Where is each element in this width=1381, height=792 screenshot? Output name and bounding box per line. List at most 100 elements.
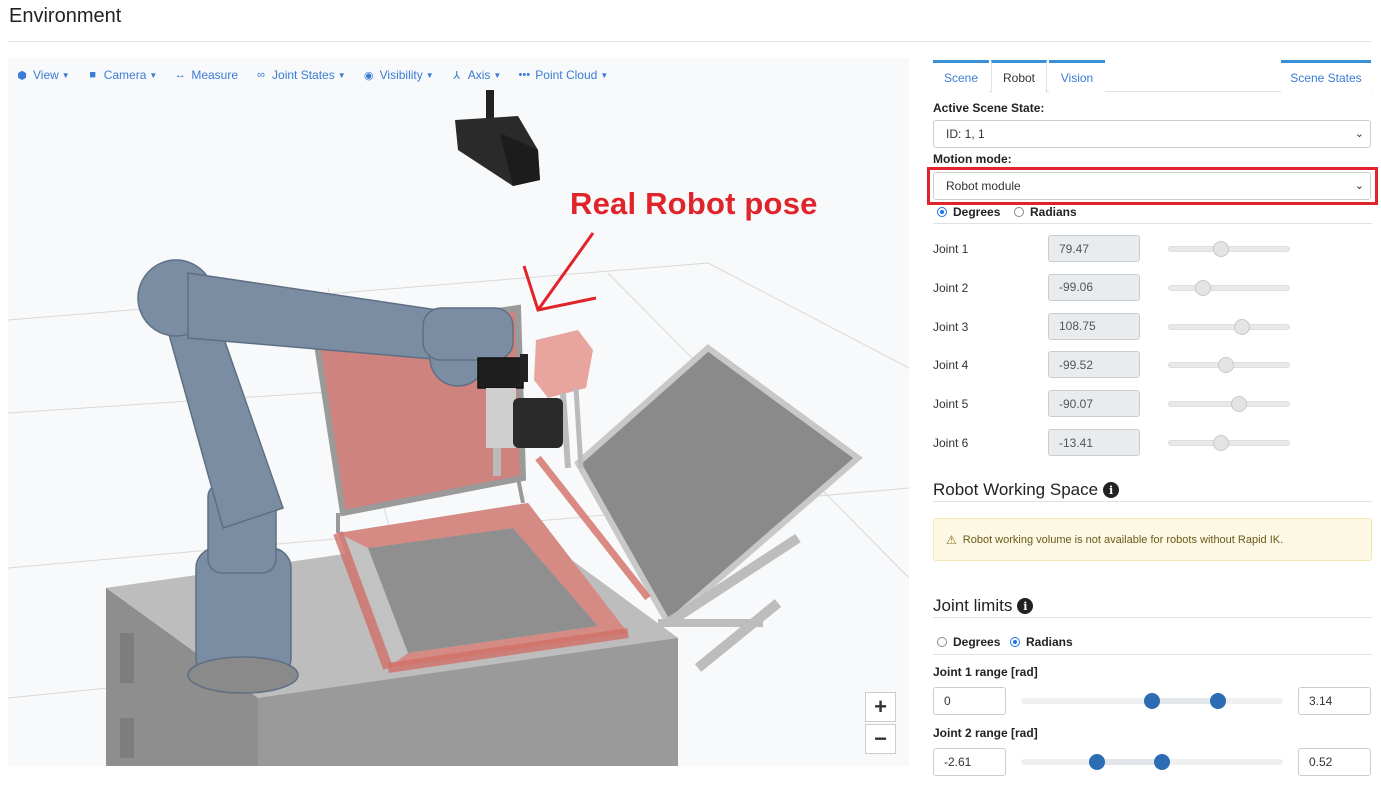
range-slider-fill: [1152, 698, 1218, 704]
tab-scene[interactable]: Scene: [933, 60, 989, 92]
joint-slider-handle[interactable]: [1213, 435, 1230, 451]
limits-degrees-label: Degrees: [953, 635, 1001, 649]
warning-icon: ⚠: [946, 532, 957, 547]
joint-slider[interactable]: [1168, 435, 1290, 451]
working-space-warning-text: Robot working volume is not available fo…: [962, 533, 1284, 546]
joint-label: Joint 3: [933, 319, 969, 334]
joint-value-field: 108.75: [1048, 312, 1140, 340]
toolbar-point-cloud-label: Point Cloud: [535, 68, 598, 82]
range-high-handle[interactable]: [1209, 693, 1226, 709]
caret-down-icon: ▼: [600, 70, 609, 80]
joint-slider[interactable]: [1168, 318, 1290, 335]
active-scene-state-label: Active Scene State:: [933, 101, 1045, 115]
toolbar-axis-label: Axis: [467, 68, 491, 82]
motion-mode-label: Motion mode:: [933, 152, 1012, 166]
chevron-down-icon: ⌄: [1354, 128, 1364, 140]
range-low-handle[interactable]: [1088, 754, 1105, 770]
working-space-title: Robot Working Space: [933, 480, 1099, 499]
toolbar-measure-label: Measure: [191, 68, 239, 82]
axis-icon: ⅄: [453, 69, 461, 82]
range-max-input[interactable]: 3.14: [1298, 687, 1371, 715]
toolbar-camera-label: Camera: [103, 68, 147, 82]
active-scene-state-value: ID: 1, 1: [946, 127, 985, 141]
joint-slider[interactable]: [1168, 396, 1290, 413]
range-min-input[interactable]: -2.61: [933, 748, 1006, 776]
toolbar-view[interactable]: ⬢ View ▼: [16, 68, 70, 82]
caret-down-icon: ▼: [149, 70, 158, 80]
overhead-camera: [455, 90, 540, 186]
tab-scene-states[interactable]: Scene States: [1281, 60, 1371, 92]
range-slider[interactable]: [1021, 693, 1283, 709]
toolbar-camera[interactable]: ■ Camera ▼: [87, 68, 158, 82]
toolbar-measure[interactable]: ↔ Measure: [174, 68, 238, 82]
joint-slider[interactable]: [1168, 279, 1290, 296]
robot-scene[interactable]: [8, 58, 909, 766]
working-space-heading: Robot Working Space i: [933, 480, 1120, 500]
units-degrees-label: Degrees: [953, 205, 1001, 219]
joint-range-label: Joint 1 range [rad]: [933, 665, 1038, 679]
bin: [333, 503, 629, 673]
radio-checked-icon: [937, 207, 947, 217]
radio-unchecked-icon: [1014, 207, 1024, 217]
range-min-input[interactable]: 0: [933, 687, 1006, 715]
limits-radians-radio[interactable]: Radians: [1010, 635, 1073, 649]
info-icon[interactable]: i: [1103, 482, 1120, 498]
zoom-out-button[interactable]: −: [865, 724, 896, 754]
joint-limits-heading: Joint limits i: [933, 596, 1034, 616]
toolbar-joint-states-label: Joint States: [272, 68, 335, 82]
video-camera-icon: ■: [89, 69, 97, 81]
joint-slider-handle[interactable]: [1234, 318, 1251, 335]
chevron-down-icon: ⌄: [1354, 180, 1364, 192]
motion-mode-select[interactable]: Robot module ⌄: [933, 172, 1371, 200]
divider: [933, 617, 1372, 618]
3d-viewer[interactable]: ⬢ View ▼ ■ Camera ▼ ↔ Measure ∞ Joint St…: [8, 58, 909, 766]
toolbar-visibility[interactable]: ◉ Visibility ▼: [363, 68, 434, 82]
page-title: Environment: [9, 5, 122, 27]
toolbar-joint-states[interactable]: ∞ Joint States ▼: [255, 68, 346, 82]
eye-icon: ◉: [363, 69, 374, 82]
tab-vision[interactable]: Vision: [1049, 60, 1105, 92]
joint-slider[interactable]: [1168, 241, 1290, 257]
toolbar-view-label: View: [33, 68, 59, 82]
toolbar-axis[interactable]: ⅄ Axis ▼: [451, 68, 502, 82]
limits-degrees-radio[interactable]: Degrees: [937, 635, 1000, 649]
joint-label: Joint 6: [933, 436, 969, 450]
range-slider[interactable]: [1021, 754, 1283, 770]
joint-slider-handle[interactable]: [1195, 279, 1212, 296]
motion-mode-value: Robot module: [946, 179, 1021, 193]
joint-value-field: -99.06: [1048, 273, 1140, 301]
units-radians-radio[interactable]: Radians: [1014, 205, 1077, 219]
divider: [933, 654, 1372, 655]
caret-down-icon: ▼: [425, 70, 434, 80]
joint-slider-handle[interactable]: [1230, 396, 1247, 413]
joint-value-field: -99.52: [1048, 351, 1140, 379]
viewer-toolbar: ⬢ View ▼ ■ Camera ▼ ↔ Measure ∞ Joint St…: [16, 66, 625, 84]
title-divider: [8, 41, 1372, 42]
link-icon: ∞: [257, 69, 265, 81]
divider: [933, 501, 1372, 502]
radio-unchecked-icon: [937, 637, 947, 647]
caret-down-icon: ▼: [493, 70, 502, 80]
joint-value-field: 79.47: [1048, 235, 1140, 262]
joint-label: Joint 1: [933, 242, 969, 256]
range-low-handle[interactable]: [1144, 693, 1160, 709]
divider: [933, 223, 1372, 224]
real-robot-pose-annotation: Real Robot pose: [570, 186, 818, 221]
joint-slider-handle[interactable]: [1218, 357, 1235, 374]
units-radians-label: Radians: [1030, 205, 1077, 219]
cube-icon: ⬢: [17, 69, 27, 82]
limits-radians-label: Radians: [1026, 635, 1073, 649]
range-high-handle[interactable]: [1154, 754, 1171, 770]
zoom-in-button[interactable]: +: [865, 692, 896, 722]
toolbar-point-cloud[interactable]: ••• Point Cloud ▼: [518, 68, 609, 82]
joint-slider-handle[interactable]: [1213, 241, 1230, 257]
joint-slider[interactable]: [1168, 357, 1290, 374]
units-degrees-radio[interactable]: Degrees: [937, 205, 1000, 219]
arrows-horizontal-icon: ↔: [174, 69, 186, 81]
tab-robot[interactable]: Robot: [991, 60, 1047, 93]
joint-value-field: -13.41: [1048, 429, 1140, 456]
caret-down-icon: ▼: [61, 70, 70, 80]
active-scene-state-select[interactable]: ID: 1, 1 ⌄: [933, 120, 1371, 148]
info-icon[interactable]: i: [1017, 598, 1034, 614]
range-max-input[interactable]: 0.52: [1298, 748, 1371, 776]
